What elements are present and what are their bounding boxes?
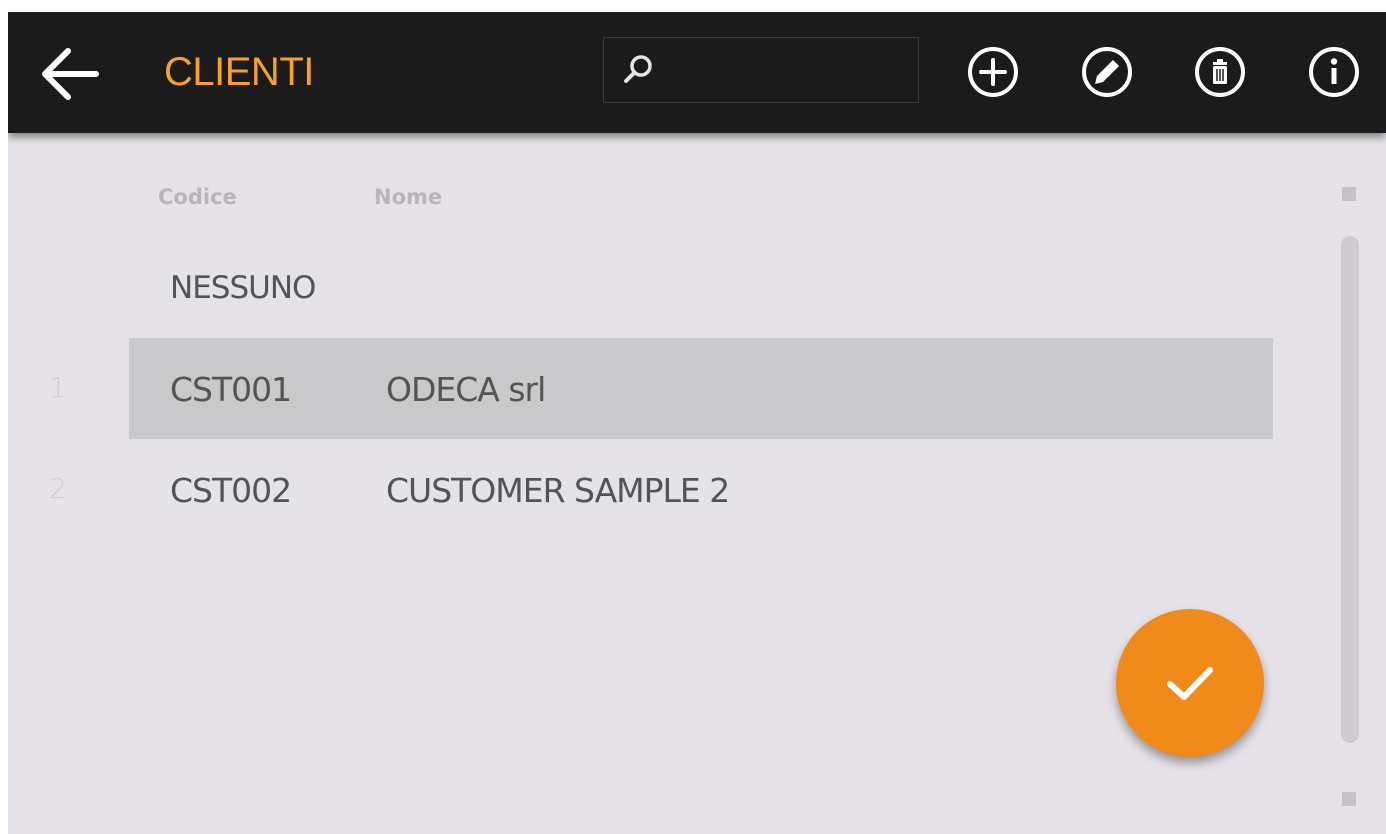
- column-header-nome[interactable]: Nome: [374, 185, 442, 209]
- info-icon: [1309, 47, 1359, 97]
- trash-icon: [1195, 47, 1245, 97]
- table-row-selected[interactable]: 1 CST001 ODECA srl: [49, 338, 1273, 439]
- row-name: ODECA srl: [386, 370, 546, 409]
- table-row[interactable]: 2 CST002 CUSTOMER SAMPLE 2: [49, 439, 1273, 540]
- row-number: 1: [49, 371, 67, 404]
- add-icon: [968, 47, 1018, 97]
- edit-button[interactable]: [1080, 45, 1134, 99]
- app-window: CLIENTI Codice Nome NESSUNO 1 CST001 ODE…: [8, 12, 1386, 834]
- table-row[interactable]: NESSUNO: [129, 238, 1273, 339]
- delete-button[interactable]: [1193, 45, 1247, 99]
- top-toolbar: CLIENTI: [8, 12, 1386, 133]
- column-header-codice[interactable]: Codice: [158, 185, 237, 209]
- search-input[interactable]: [664, 48, 908, 94]
- scrollbar[interactable]: [1341, 236, 1359, 743]
- row-code: NESSUNO: [170, 270, 316, 306]
- edit-icon: [1082, 47, 1132, 97]
- row-code: CST002: [170, 471, 292, 510]
- row-number: 2: [49, 472, 67, 505]
- back-button[interactable]: [34, 42, 104, 106]
- scroll-down-button[interactable]: [1342, 792, 1356, 806]
- row-name: CUSTOMER SAMPLE 2: [386, 471, 730, 510]
- search-icon: [624, 55, 652, 83]
- scroll-up-button[interactable]: [1342, 187, 1356, 201]
- confirm-button[interactable]: [1116, 609, 1264, 757]
- checkmark-icon: [1167, 667, 1213, 700]
- client-list: Codice Nome NESSUNO 1 CST001 ODECA srl 2…: [8, 133, 1386, 834]
- page-title: CLIENTI: [164, 50, 314, 94]
- search-box[interactable]: [603, 37, 919, 103]
- info-button[interactable]: [1307, 45, 1361, 99]
- row-code: CST001: [170, 370, 292, 409]
- arrow-left-icon: [42, 48, 99, 100]
- add-button[interactable]: [966, 45, 1020, 99]
